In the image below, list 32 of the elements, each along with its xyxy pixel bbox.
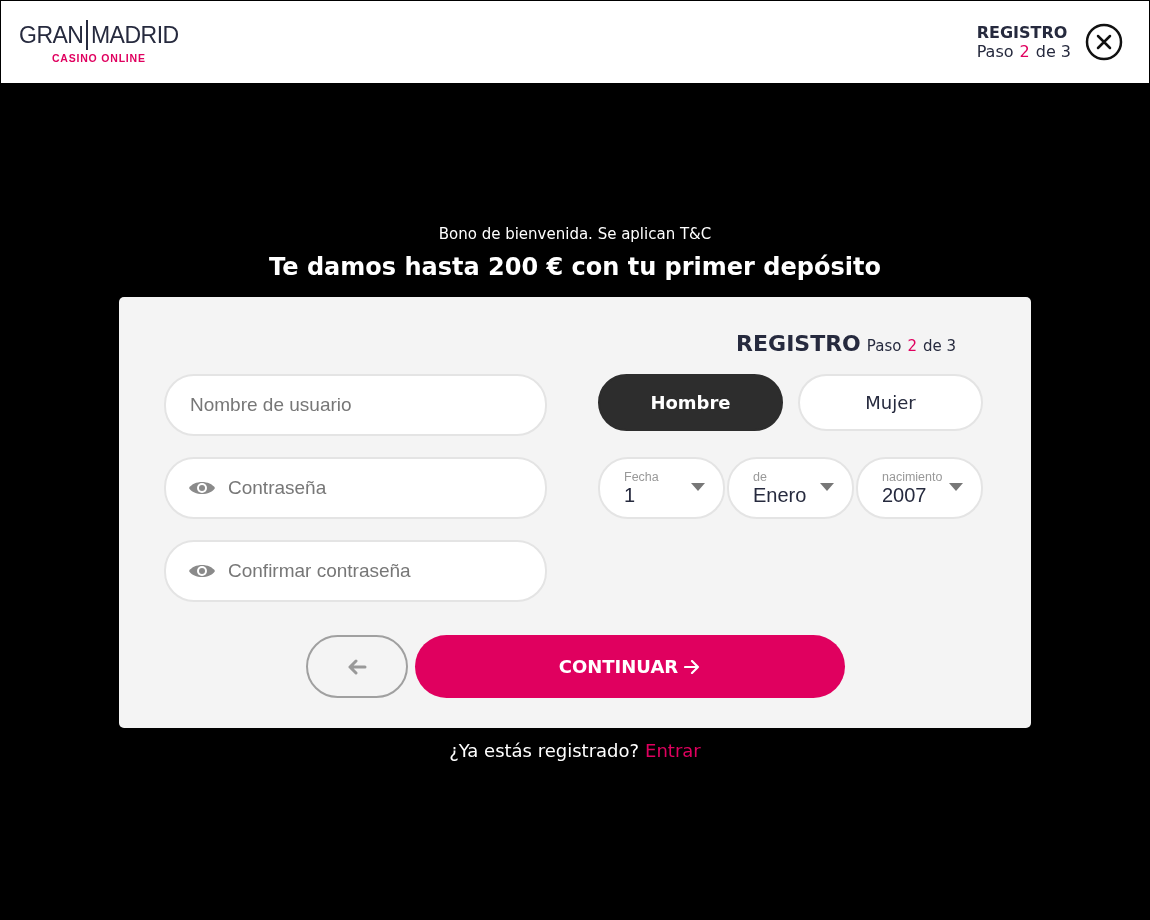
continue-button[interactable]: CONTINUAR (414, 635, 845, 698)
caret-icon (949, 483, 963, 491)
step-total: de 3 (1035, 42, 1071, 61)
date-select[interactable]: de Enero (727, 457, 854, 519)
registration-title: REGISTRO (976, 23, 1069, 42)
arrow-right-icon (684, 659, 701, 674)
close-icon (1085, 23, 1123, 61)
date-select[interactable]: Fecha 1 (598, 457, 725, 519)
password-field[interactable]: Confirmar contraseña (164, 540, 547, 602)
close-button[interactable] (1085, 23, 1123, 61)
arrow-left-icon (346, 658, 367, 675)
eye-icon[interactable] (188, 479, 216, 497)
bonus-note: Bono de bienvenida. Se aplican T&C (438, 225, 712, 243)
login-prompt: ¿Ya estás registrado? (449, 740, 640, 761)
logo[interactable]: GRAN MADRID CASINO ONLINE (19, 20, 179, 64)
headline: Te damos hasta 200 € con tu primer depósito (269, 253, 881, 281)
gender-option[interactable]: Hombre (598, 374, 783, 431)
caret-icon (691, 483, 705, 491)
step-label: Paso (976, 42, 1014, 61)
date-select[interactable]: nacimiento 2007 (856, 457, 983, 519)
step-label: Paso (866, 337, 902, 355)
caret-icon (820, 483, 834, 491)
password-field[interactable]: Contraseña (164, 457, 547, 519)
eye-icon[interactable] (188, 562, 216, 580)
login-link[interactable]: Entrar (645, 740, 701, 761)
step-total: de 3 (922, 337, 956, 355)
username-field[interactable]: Nombre de usuario (164, 374, 547, 436)
step-number: 2 (1019, 42, 1030, 61)
step-number: 2 (907, 337, 917, 355)
gender-option[interactable]: Mujer (798, 374, 983, 431)
form-title: REGISTRO (736, 331, 861, 356)
back-button[interactable] (305, 635, 408, 698)
